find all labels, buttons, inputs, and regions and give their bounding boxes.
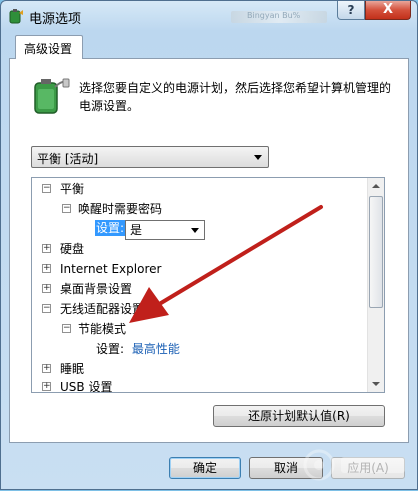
collapse-icon[interactable]: − [42, 184, 51, 193]
battery-power-icon [34, 78, 70, 114]
tree-item-label: Internet Explorer [60, 262, 162, 276]
scroll-up-icon[interactable] [368, 178, 384, 194]
tree-item-label: 硬盘 [60, 242, 85, 256]
tree-item-label: 无线适配器设置 [60, 302, 145, 316]
scrollbar-thumb[interactable] [369, 196, 383, 308]
chevron-down-icon [191, 228, 199, 233]
tree-item-label: 节能模式 [78, 322, 127, 336]
tree-scrollbar[interactable] [367, 178, 384, 392]
title-bar[interactable]: 电源选项 Bingyan Bu% ? X [1, 1, 417, 31]
tree-item-label: 唤醒时需要密码 [78, 202, 163, 216]
power-saving-setting[interactable]: 设置: 最高性能 [96, 340, 180, 358]
collapse-icon[interactable]: − [42, 304, 51, 313]
tree-item-label: 平衡 [60, 182, 85, 196]
power-options-window: 电源选项 Bingyan Bu% ? X 高级设置 选择您要自定义的电源计划，然… [0, 0, 418, 490]
help-button[interactable]: ? [337, 1, 365, 20]
expand-icon[interactable]: + [42, 284, 51, 293]
description-text: 选择您要自定义的电源计划，然后选择您希望计算机管理的电源设置。 [79, 81, 392, 113]
scroll-down-icon[interactable] [368, 376, 384, 392]
expand-icon[interactable]: + [42, 364, 51, 373]
watermark-logo [303, 449, 405, 481]
expand-icon[interactable]: + [42, 264, 51, 273]
setting-label-selected: 设置: [95, 220, 126, 236]
ok-button[interactable]: 确定 [169, 457, 241, 479]
close-button[interactable]: X [365, 1, 411, 20]
wake-password-select[interactable]: 是 [125, 220, 205, 240]
tree-item-label: 桌面背景设置 [60, 282, 133, 296]
restore-defaults-button[interactable]: 还原计划默认值(R) [213, 405, 385, 427]
wake-password-setting: 设置: [95, 220, 126, 238]
settings-tree[interactable]: − 平衡 − 唤醒时需要密码 + 硬盘 + Internet Explorer … [31, 177, 385, 393]
expand-icon[interactable]: + [42, 244, 51, 253]
power-plan-select-value: 平衡 [活动] [37, 152, 99, 166]
title-bar-obscured-text: Bingyan Bu% [231, 11, 327, 23]
chevron-down-icon [254, 155, 262, 160]
wake-password-select-value: 是 [130, 223, 143, 237]
tree-item-label: USB 设置 [60, 380, 113, 393]
collapse-icon[interactable]: − [62, 324, 71, 333]
tab-advanced-settings[interactable]: 高级设置 [15, 35, 83, 59]
setting-label: 设置: [96, 342, 125, 356]
setting-value-link[interactable]: 最高性能 [132, 342, 180, 356]
power-plan-select[interactable]: 平衡 [活动] [31, 146, 269, 168]
power-options-icon [9, 9, 23, 24]
collapse-icon[interactable]: − [62, 204, 71, 213]
tree-item-label: 睡眠 [60, 362, 85, 376]
expand-icon[interactable]: + [42, 382, 51, 391]
window-title: 电源选项 [29, 12, 82, 27]
